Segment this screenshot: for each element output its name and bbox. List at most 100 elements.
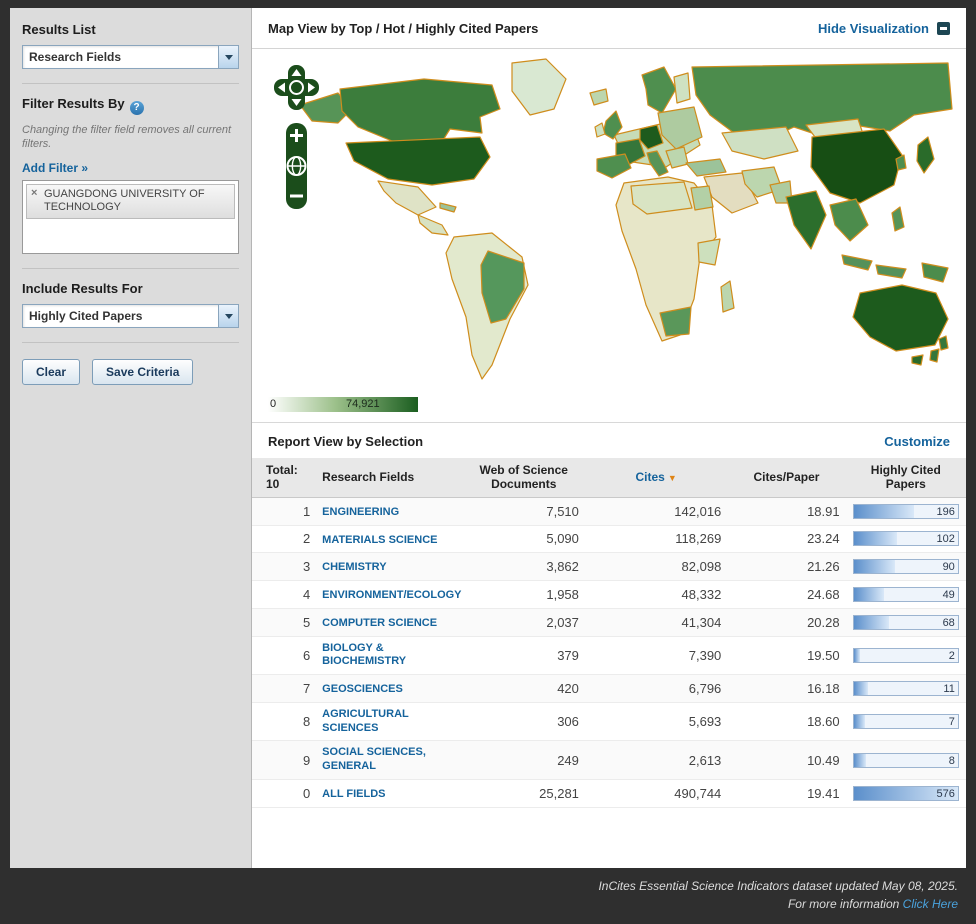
highly-cited-bar-cell: 8 bbox=[846, 741, 966, 780]
region-philippines[interactable] bbox=[892, 207, 904, 231]
rank-cell: 5 bbox=[252, 608, 316, 636]
region-ireland[interactable] bbox=[595, 123, 605, 137]
report-header: Report View by Selection Customize bbox=[252, 422, 966, 458]
field-link[interactable]: ENGINEERING bbox=[322, 506, 399, 520]
filter-note: Changing the filter field removes all cu… bbox=[22, 123, 239, 152]
highly-cited-bar-value: 11 bbox=[943, 682, 954, 697]
click-here-link[interactable]: Click Here bbox=[903, 897, 958, 911]
field-link[interactable]: SOCIAL SCIENCES, GENERAL bbox=[322, 746, 456, 774]
region-north-africa[interactable] bbox=[631, 182, 692, 214]
column-header-highly-cited: Highly Cited Papers bbox=[846, 458, 966, 497]
cites-cell: 490,744 bbox=[585, 779, 727, 807]
results-list-dropdown[interactable]: Research Fields bbox=[22, 45, 239, 69]
customize-link[interactable]: Customize bbox=[884, 434, 950, 449]
region-scandinavia[interactable] bbox=[642, 67, 676, 113]
region-mexico[interactable] bbox=[378, 181, 436, 215]
cites-cell: 48,332 bbox=[585, 581, 727, 609]
rank-cell: 2 bbox=[252, 525, 316, 553]
region-turkey[interactable] bbox=[686, 159, 726, 176]
cites-per-paper-cell: 16.18 bbox=[727, 675, 845, 703]
table-row: 2 MATERIALS SCIENCE 5,090 118,269 23.24 … bbox=[252, 525, 966, 553]
table-row: 6 BIOLOGY & BIOCHEMISTRY 379 7,390 19.50… bbox=[252, 636, 966, 675]
region-tasmania[interactable] bbox=[912, 355, 923, 365]
region-indonesia-west[interactable] bbox=[842, 255, 872, 270]
minimize-icon[interactable] bbox=[937, 22, 950, 35]
docs-cell: 2,037 bbox=[463, 608, 585, 636]
pan-control[interactable] bbox=[274, 65, 319, 110]
region-china[interactable] bbox=[811, 129, 902, 203]
region-usa[interactable] bbox=[346, 137, 490, 185]
report-table-body: 1 ENGINEERING 7,510 142,016 18.91 196 2 … bbox=[252, 497, 966, 807]
help-icon[interactable]: ? bbox=[130, 101, 144, 115]
field-link[interactable]: ENVIRONMENT/ECOLOGY bbox=[322, 589, 461, 603]
region-madagascar[interactable] bbox=[721, 281, 734, 312]
region-canada[interactable] bbox=[340, 79, 500, 145]
highly-cited-bar-fill bbox=[854, 649, 860, 662]
rank-cell: 1 bbox=[252, 497, 316, 525]
add-filter-link[interactable]: Add Filter » bbox=[22, 161, 88, 175]
field-link[interactable]: GEOSCIENCES bbox=[322, 683, 403, 697]
column-header-research-fields: Research Fields bbox=[316, 458, 462, 497]
screen: Results List Research Fields Filter Resu… bbox=[0, 0, 976, 924]
zoom-control[interactable] bbox=[286, 123, 307, 209]
highly-cited-bar-fill bbox=[854, 505, 914, 518]
region-egypt[interactable] bbox=[691, 186, 713, 210]
filter-results-by-label: Filter Results By? bbox=[22, 96, 239, 115]
results-list-section: Results List Research Fields bbox=[22, 22, 239, 84]
region-new-guinea[interactable] bbox=[922, 263, 948, 282]
cites-per-paper-cell: 20.28 bbox=[727, 608, 845, 636]
region-iberia[interactable] bbox=[597, 154, 631, 178]
field-link[interactable]: BIOLOGY & BIOCHEMISTRY bbox=[322, 642, 456, 670]
region-brazil[interactable] bbox=[481, 251, 524, 323]
field-link[interactable]: CHEMISTRY bbox=[322, 561, 386, 575]
chevron-down-icon[interactable] bbox=[218, 46, 238, 68]
map-controls[interactable] bbox=[274, 65, 320, 233]
region-indonesia-east[interactable] bbox=[876, 265, 906, 278]
field-link[interactable]: ALL FIELDS bbox=[322, 788, 385, 802]
cites-cell: 118,269 bbox=[585, 525, 727, 553]
rank-cell: 0 bbox=[252, 779, 316, 807]
remove-filter-icon[interactable]: × bbox=[31, 187, 37, 201]
results-list-label: Results List bbox=[22, 22, 239, 37]
cites-per-paper-cell: 24.68 bbox=[727, 581, 845, 609]
field-link[interactable]: MATERIALS SCIENCE bbox=[322, 534, 437, 548]
table-row: 4 ENVIRONMENT/ECOLOGY 1,958 48,332 24.68… bbox=[252, 581, 966, 609]
region-finland[interactable] bbox=[674, 73, 690, 103]
region-new-zealand-south[interactable] bbox=[930, 349, 939, 362]
region-iceland[interactable] bbox=[590, 89, 608, 105]
region-japan[interactable] bbox=[917, 137, 934, 173]
field-link[interactable]: COMPUTER SCIENCE bbox=[322, 617, 437, 631]
region-east-africa[interactable] bbox=[698, 239, 720, 265]
table-row: 3 CHEMISTRY 3,862 82,098 21.26 90 bbox=[252, 553, 966, 581]
include-results-dropdown[interactable]: Highly Cited Papers bbox=[22, 304, 239, 328]
docs-cell: 306 bbox=[463, 702, 585, 741]
region-new-zealand-north[interactable] bbox=[939, 336, 948, 350]
save-criteria-button[interactable]: Save Criteria bbox=[92, 359, 193, 385]
region-central-america[interactable] bbox=[418, 215, 448, 235]
more-info-line: For more information Click Here bbox=[598, 895, 958, 914]
include-results-label: Include Results For bbox=[22, 281, 239, 296]
column-header-cites-sortable[interactable]: Cites▼ bbox=[585, 458, 727, 497]
cites-per-paper-cell: 19.50 bbox=[727, 636, 845, 675]
field-link[interactable]: AGRICULTURAL SCIENCES bbox=[322, 708, 456, 736]
chevron-down-icon[interactable] bbox=[218, 305, 238, 327]
clear-button[interactable]: Clear bbox=[22, 359, 80, 385]
highly-cited-bar-cell: 11 bbox=[846, 675, 966, 703]
report-view-title: Report View by Selection bbox=[268, 434, 423, 449]
rank-cell: 7 bbox=[252, 675, 316, 703]
rank-cell: 4 bbox=[252, 581, 316, 609]
region-india[interactable] bbox=[786, 191, 826, 249]
region-southeast-asia[interactable] bbox=[830, 199, 868, 241]
cites-cell: 2,613 bbox=[585, 741, 727, 780]
filter-chip-label: GUANGDONG UNIVERSITY OF TECHNOLOGY bbox=[44, 188, 205, 214]
highly-cited-bar: 11 bbox=[853, 681, 959, 696]
cites-cell: 41,304 bbox=[585, 608, 727, 636]
hide-visualization-link[interactable]: Hide Visualization bbox=[818, 21, 950, 36]
region-greenland[interactable] bbox=[512, 59, 566, 115]
highly-cited-bar-fill bbox=[854, 532, 898, 545]
docs-cell: 3,862 bbox=[463, 553, 585, 581]
region-central-asia[interactable] bbox=[722, 127, 798, 159]
region-caribbean[interactable] bbox=[440, 203, 456, 212]
region-australia[interactable] bbox=[853, 285, 948, 351]
world-map-choropleth[interactable] bbox=[294, 55, 954, 385]
